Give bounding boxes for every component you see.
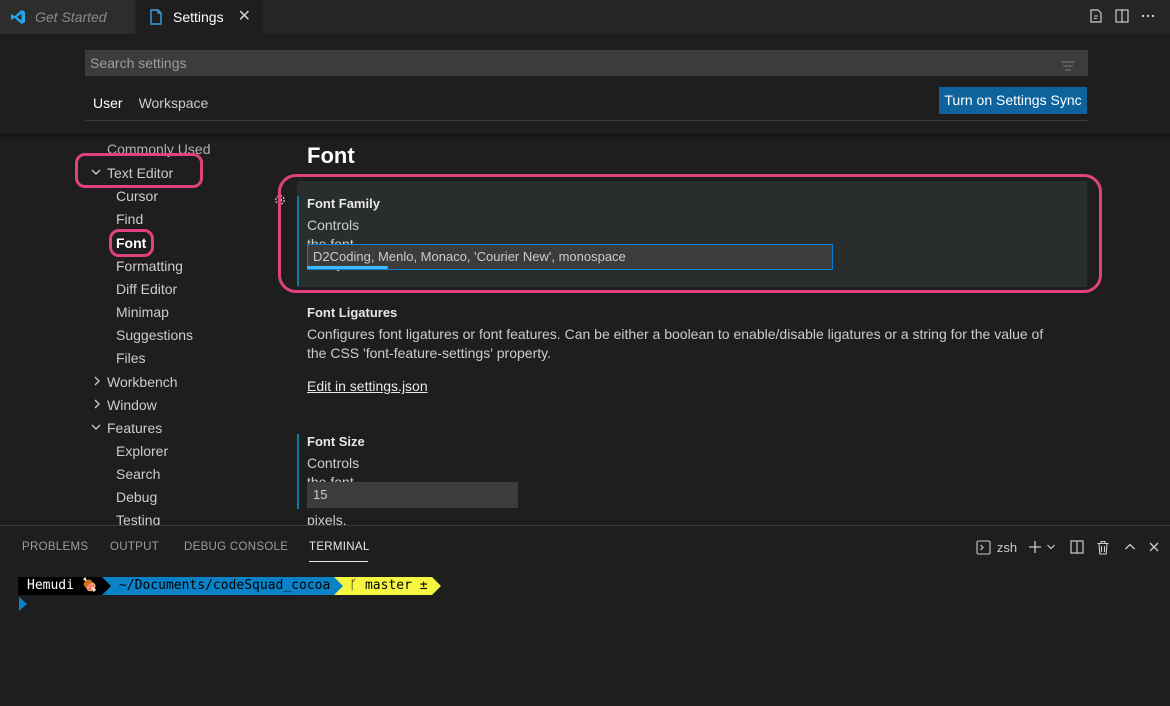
chevron-down-icon[interactable] xyxy=(1046,538,1056,556)
prompt-cursor-arrow xyxy=(19,597,27,611)
split-editor-icon[interactable] xyxy=(1114,8,1130,24)
font-ligatures-title: Font Ligatures xyxy=(307,305,398,320)
tab-output[interactable]: OUTPUT xyxy=(110,541,159,553)
prompt-path-segment: ~/Documents/codeSquad_cocoa xyxy=(110,577,335,595)
toc-files[interactable]: Files xyxy=(116,349,146,367)
toc-find[interactable]: Find xyxy=(116,210,143,228)
highlight-ring-font-family xyxy=(278,174,1102,293)
close-panel-icon[interactable] xyxy=(1146,538,1162,556)
editor-actions xyxy=(1088,8,1156,24)
search-input[interactable]: Search settings xyxy=(85,50,1088,76)
chevron-right-icon[interactable] xyxy=(91,398,103,413)
toc-debug[interactable]: Debug xyxy=(116,488,157,506)
tab-problems[interactable]: PROBLEMS xyxy=(22,541,88,553)
edit-in-settings-json-link[interactable]: Edit in settings.json xyxy=(307,378,428,394)
new-terminal-icon[interactable] xyxy=(1027,538,1043,556)
split-terminal-icon[interactable] xyxy=(1069,538,1085,556)
file-icon xyxy=(148,9,164,25)
powerline-separator xyxy=(431,577,441,595)
powerline-separator xyxy=(334,577,344,595)
settings-scope-tabs: User Workspace xyxy=(85,93,216,121)
open-settings-json-icon[interactable] xyxy=(1088,8,1104,24)
terminal-shell-label[interactable]: zsh xyxy=(995,538,1019,556)
tab-workspace[interactable]: Workspace xyxy=(131,93,217,121)
font-size-input[interactable]: 15 xyxy=(307,482,518,508)
terminal-prompt: Hemudi 🍖 ~/Documents/codeSquad_cocoa ᚴ m… xyxy=(18,577,441,595)
terminal-icon xyxy=(975,538,991,556)
font-ligatures-description-line1: Configures font ligatures or font featur… xyxy=(307,326,1044,342)
editor-tab-bar: Get Started Settings ✕ xyxy=(0,0,1170,34)
font-size-title: Font Size xyxy=(307,434,365,449)
search-placeholder: Search settings xyxy=(90,55,187,71)
bottom-panel: PROBLEMS OUTPUT DEBUG CONSOLE TERMINAL z… xyxy=(0,525,1170,706)
tab-settings-label: Settings xyxy=(173,9,224,25)
filter-icon[interactable] xyxy=(1060,56,1076,71)
chevron-down-icon[interactable] xyxy=(90,421,102,436)
tab-settings[interactable]: Settings ✕ xyxy=(136,0,263,34)
chevron-right-icon[interactable] xyxy=(91,375,103,390)
active-tab-indicator xyxy=(309,561,368,562)
toc-cursor[interactable]: Cursor xyxy=(116,187,158,205)
tab-get-started-label: Get Started xyxy=(35,9,107,25)
tab-get-started[interactable]: Get Started xyxy=(0,0,135,34)
tab-debug-console[interactable]: DEBUG CONSOLE xyxy=(184,541,288,553)
highlight-ring-font xyxy=(109,229,154,257)
toc-search[interactable]: Search xyxy=(116,465,160,483)
font-ligatures-description-line2: the CSS 'font-feature-settings' property… xyxy=(307,345,551,361)
scope-divider xyxy=(85,120,1088,121)
header-shadow xyxy=(0,134,1170,138)
powerline-separator xyxy=(101,577,111,595)
modified-indicator xyxy=(297,434,299,509)
settings-sync-button[interactable]: Turn on Settings Sync xyxy=(939,87,1087,114)
trash-icon[interactable] xyxy=(1095,538,1111,556)
maximize-panel-icon[interactable] xyxy=(1122,538,1138,556)
tab-terminal[interactable]: TERMINAL xyxy=(309,541,370,553)
prompt-git-segment: ᚴ master ± xyxy=(343,577,432,595)
tab-user[interactable]: User xyxy=(85,93,131,121)
toc-diff-editor[interactable]: Diff Editor xyxy=(116,280,177,298)
highlight-ring-text-editor xyxy=(75,153,203,188)
toc-suggestions[interactable]: Suggestions xyxy=(116,326,193,344)
toc-minimap[interactable]: Minimap xyxy=(116,303,169,321)
toc-formatting[interactable]: Formatting xyxy=(116,257,183,275)
toc-explorer[interactable]: Explorer xyxy=(116,442,168,460)
toc-features[interactable]: Features xyxy=(107,419,162,437)
more-actions-icon[interactable] xyxy=(1140,8,1156,24)
toc-workbench[interactable]: Workbench xyxy=(107,373,178,391)
toc-window[interactable]: Window xyxy=(107,396,157,414)
section-title: Font xyxy=(307,143,355,168)
vscode-logo-icon xyxy=(10,9,26,25)
close-icon[interactable]: ✕ xyxy=(238,9,251,25)
prompt-user-segment: Hemudi 🍖 xyxy=(18,577,102,595)
